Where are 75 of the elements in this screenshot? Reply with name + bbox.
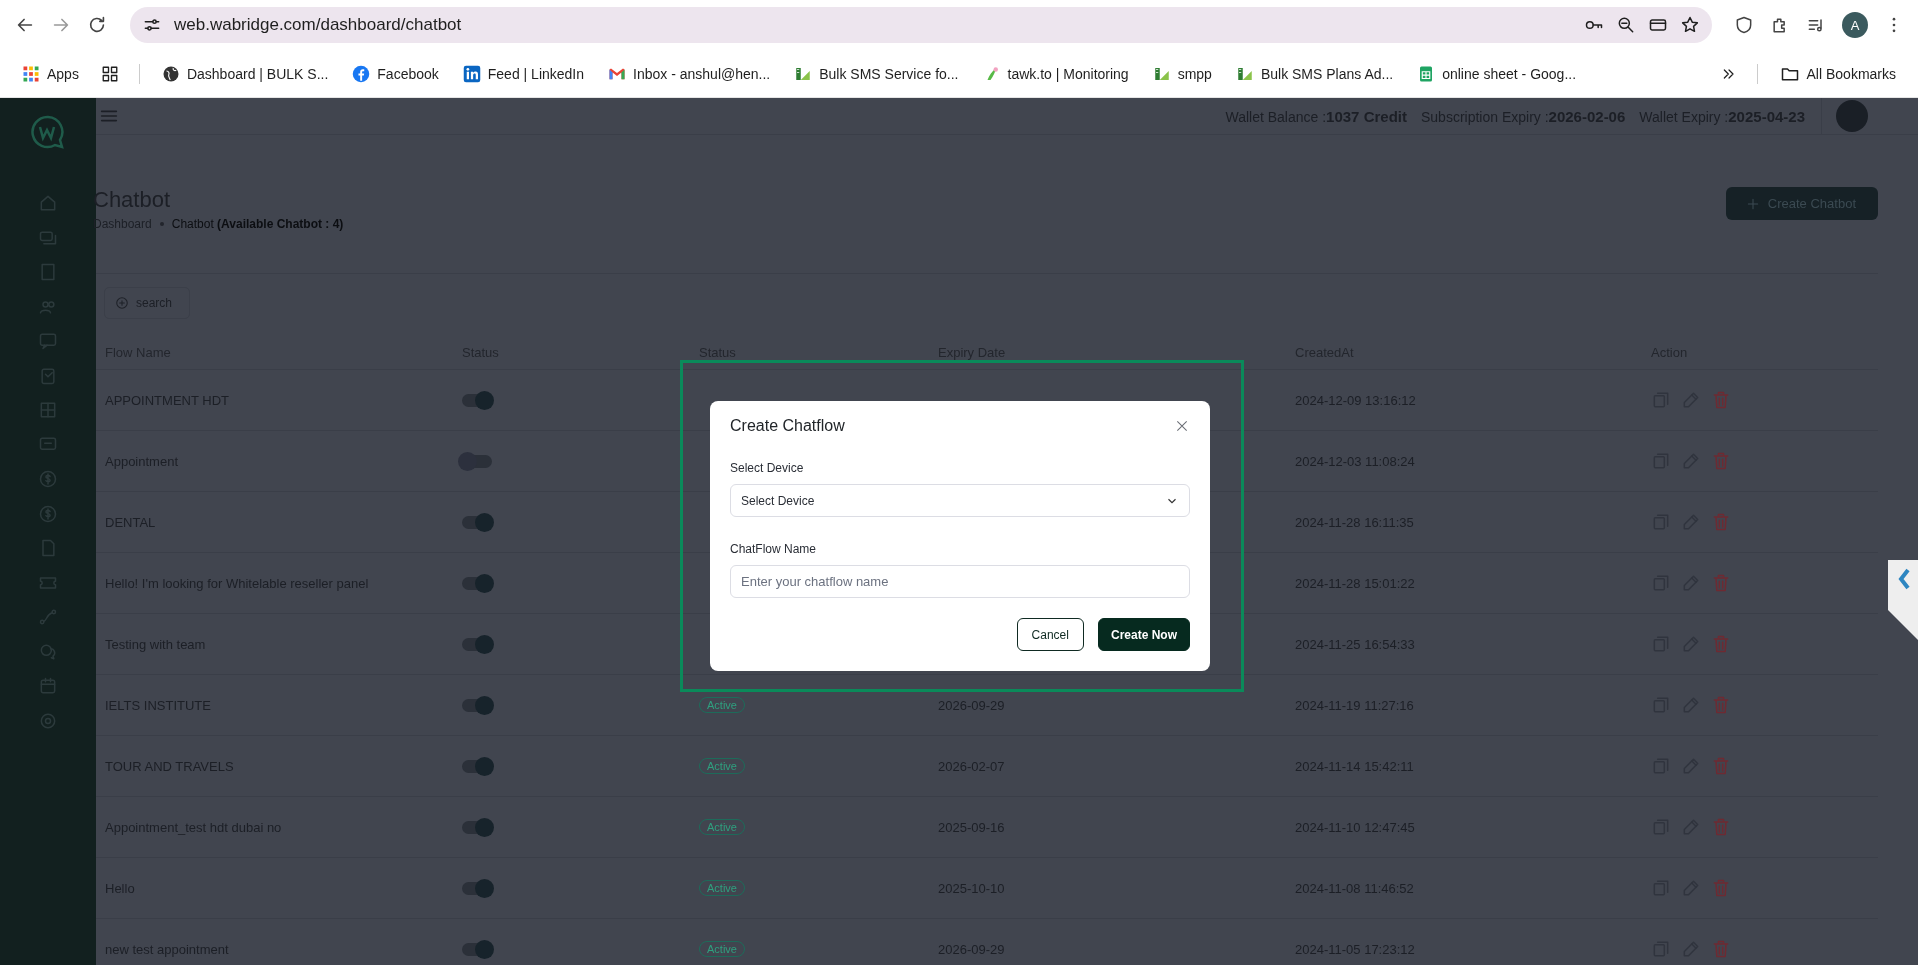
bookmark-item[interactable]: online sheet - Goog...: [1415, 60, 1579, 87]
bookmark-label: Dashboard | BULK S...: [186, 65, 329, 82]
delete-icon[interactable]: [1711, 390, 1731, 410]
create-now-button[interactable]: Create Now: [1097, 618, 1190, 651]
profile-avatar[interactable]: A: [1842, 12, 1868, 38]
bookmark-label: Bulk SMS Service fo...: [819, 65, 959, 82]
plus-icon: [1745, 196, 1760, 211]
field-label: ChatFlow Name: [730, 542, 818, 556]
delete-icon[interactable]: [1711, 634, 1731, 654]
url-text: web.wabridge.com/dashboard/chatbot: [174, 15, 463, 35]
field-label: Select Device: [730, 461, 805, 475]
bookmark-label: smpp: [1177, 65, 1212, 82]
plus-circle-icon: [115, 296, 129, 310]
bookmark-label: Bulk SMS Plans Ad...: [1260, 65, 1394, 82]
shield-icon[interactable]: [1734, 15, 1754, 35]
chevron-left-icon[interactable]: [1888, 560, 1918, 640]
bookmark-item[interactable]: Dashboard | BULK S...: [159, 60, 331, 87]
device-select[interactable]: Select Device: [730, 484, 1190, 517]
bookmark-item[interactable]: Bulk SMS Service fo...: [792, 60, 961, 87]
bookmark-item[interactable]: Apps: [20, 60, 81, 87]
bookmark-label: Feed | LinkedIn: [487, 65, 585, 82]
bookmark-label: tawk.to | Monitoring: [1007, 65, 1129, 82]
all-bookmarks[interactable]: All Bookmarks: [1777, 59, 1898, 88]
status-toggle[interactable]: [462, 637, 492, 651]
facebook-icon: [352, 64, 371, 83]
delete-icon[interactable]: [1711, 939, 1731, 959]
bookmark-label: Apps: [47, 65, 79, 82]
bookmark-item[interactable]: Facebook: [350, 60, 441, 87]
globe-icon: [161, 64, 180, 83]
delete-icon[interactable]: [1711, 512, 1731, 532]
status-toggle[interactable]: [462, 820, 492, 834]
delete-icon[interactable]: [1711, 451, 1731, 471]
cancel-button[interactable]: Cancel: [1016, 618, 1084, 651]
delete-icon[interactable]: [1711, 756, 1731, 776]
status-toggle[interactable]: [462, 881, 492, 895]
calendar-icon[interactable]: [38, 676, 58, 696]
status-toggle[interactable]: [462, 515, 492, 529]
zoom-icon[interactable]: [1616, 15, 1636, 35]
bookmark-item[interactable]: Feed | LinkedIn: [460, 60, 587, 87]
bookmark-item[interactable]: Bulk SMS Plans Ad...: [1233, 60, 1396, 87]
route-icon[interactable]: [38, 607, 58, 627]
status-toggle[interactable]: [462, 393, 492, 407]
select-value: Select Device: [741, 493, 815, 508]
chatflow-name-input[interactable]: Enter your chatflow name: [730, 565, 1190, 598]
close-icon[interactable]: [1174, 418, 1190, 434]
delete-icon[interactable]: [1711, 817, 1731, 837]
logo-icon[interactable]: [30, 114, 66, 150]
tab-groups-icon[interactable]: [100, 64, 119, 83]
dollar-icon[interactable]: [38, 503, 58, 524]
status-toggle[interactable]: [462, 942, 492, 956]
book-icon[interactable]: [38, 262, 58, 282]
bookmark-label: Inbox - anshul@hen...: [633, 65, 771, 82]
delete-icon[interactable]: [1711, 878, 1731, 898]
address-bar[interactable]: web.wabridge.com/dashboard/chatbot: [130, 7, 1712, 43]
status-toggle[interactable]: [462, 759, 492, 773]
grid-icon[interactable]: [38, 400, 58, 420]
status-toggle[interactable]: [462, 698, 492, 712]
star-icon[interactable]: [1680, 15, 1700, 35]
dollar-icon[interactable]: [38, 469, 58, 489]
dialog-title: Create Chatflow: [730, 417, 845, 435]
delete-icon[interactable]: [1711, 573, 1731, 593]
delete-icon[interactable]: [1711, 695, 1731, 715]
bookmark-label: Facebook: [377, 65, 439, 82]
linkedin-icon: [462, 64, 481, 83]
bookmark-label: online sheet - Goog...: [1442, 65, 1577, 82]
bookmark-item[interactable]: smpp: [1150, 60, 1214, 87]
avatar-image[interactable]: [1836, 100, 1868, 132]
apps-icon: [22, 64, 40, 83]
bookmark-label: All Bookmarks: [1806, 65, 1896, 82]
status-toggle[interactable]: [462, 576, 492, 590]
breadcrumb-current: Chatbot (Available Chatbot : 4): [171, 217, 344, 231]
bookmark-item[interactable]: tawk.to | Monitoring: [980, 60, 1131, 87]
message-icon[interactable]: [38, 331, 58, 351]
home-icon[interactable]: [38, 193, 58, 213]
bookmark-item[interactable]: Inbox - anshul@hen...: [606, 60, 773, 87]
